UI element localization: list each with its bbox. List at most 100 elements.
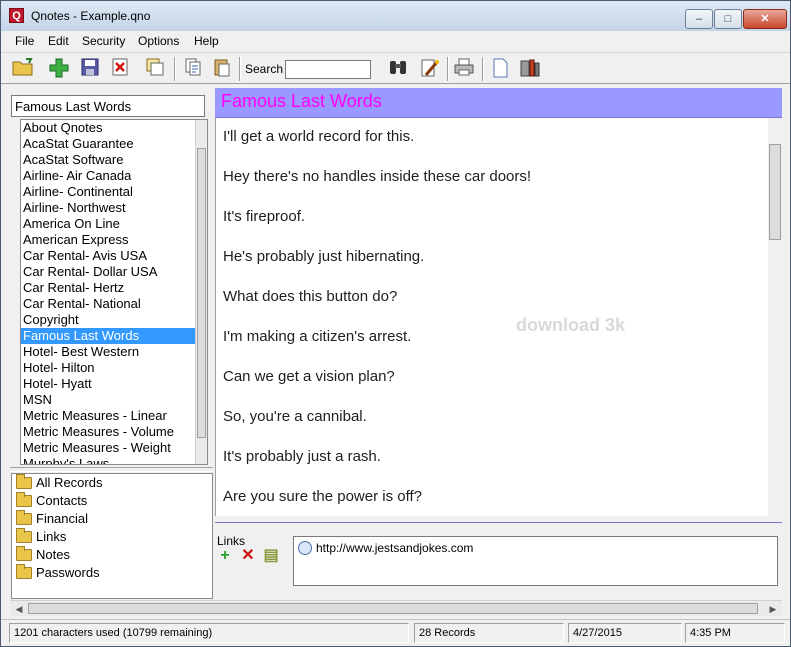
category-item[interactable]: Notes bbox=[12, 546, 212, 564]
category-label: Contacts bbox=[36, 493, 88, 508]
record-item[interactable]: Airline- Air Canada bbox=[21, 168, 195, 184]
record-item[interactable]: Famous Last Words bbox=[21, 328, 195, 344]
record-list-scrollbar[interactable] bbox=[195, 120, 207, 464]
scrollbar-thumb[interactable] bbox=[769, 144, 781, 240]
add-icon[interactable] bbox=[47, 57, 71, 81]
category-label: Notes bbox=[36, 547, 70, 562]
category-item[interactable]: All Records bbox=[12, 474, 212, 492]
category-list[interactable]: All Records Contacts Financial Links Not… bbox=[11, 473, 213, 599]
maximize-button[interactable]: □ bbox=[714, 9, 742, 29]
record-item[interactable]: Metric Measures - Volume bbox=[21, 424, 195, 440]
scrollbar-thumb[interactable] bbox=[28, 603, 758, 614]
search-label: Search bbox=[245, 62, 284, 76]
delete-icon[interactable] bbox=[108, 57, 132, 81]
remove-link-button[interactable]: ✕ bbox=[240, 548, 256, 564]
folder-icon bbox=[16, 492, 32, 507]
note-scrollbar[interactable] bbox=[768, 118, 782, 516]
copy-icon[interactable] bbox=[181, 57, 205, 81]
category-label: Passwords bbox=[36, 565, 100, 580]
record-item[interactable]: America On Line bbox=[21, 216, 195, 232]
note-line: I'm making a citizen's arrest. bbox=[223, 328, 412, 345]
status-chars: 1201 characters used (10799 remaining) bbox=[9, 623, 409, 643]
record-item[interactable]: Murphy's Laws bbox=[21, 456, 195, 464]
binoculars-icon[interactable] bbox=[386, 57, 410, 81]
record-item[interactable]: MSN bbox=[21, 392, 195, 408]
menu-security[interactable]: Security bbox=[82, 34, 125, 48]
category-item[interactable]: Passwords bbox=[12, 564, 212, 582]
close-button[interactable]: ✕ bbox=[743, 9, 787, 29]
paste-icon[interactable] bbox=[210, 57, 234, 81]
note-line: What does this button do? bbox=[223, 288, 398, 305]
scroll-left-arrow[interactable]: ◀ bbox=[12, 602, 26, 616]
record-item[interactable]: Copyright bbox=[21, 312, 195, 328]
scrollbar-thumb[interactable] bbox=[197, 148, 206, 438]
app-window: Q Qnotes - Example.qno – □ ✕ File Edit S… bbox=[0, 0, 791, 647]
category-item[interactable]: Financial bbox=[12, 510, 212, 528]
record-item[interactable]: Metric Measures - Weight bbox=[21, 440, 195, 456]
status-date: 4/27/2015 bbox=[568, 623, 682, 643]
search-input[interactable] bbox=[285, 60, 371, 79]
app-icon[interactable]: Q bbox=[9, 8, 24, 23]
note-line: It's probably just a rash. bbox=[223, 448, 381, 465]
status-bar: 1201 characters used (10799 remaining) 2… bbox=[1, 619, 790, 647]
link-item[interactable]: http://www.jestsandjokes.com bbox=[316, 541, 473, 555]
copy-window-icon[interactable] bbox=[143, 57, 167, 81]
horizontal-scrollbar[interactable]: ◀ ▶ bbox=[10, 600, 782, 616]
watermark: download 3k bbox=[516, 315, 626, 335]
toolbar: Search bbox=[1, 52, 790, 84]
title-bar[interactable]: Q Qnotes - Example.qno – □ ✕ bbox=[1, 1, 790, 31]
record-title-field[interactable] bbox=[11, 95, 205, 117]
note-line: He's probably just hibernating. bbox=[223, 248, 425, 265]
folder-icon bbox=[16, 474, 32, 489]
record-item[interactable]: Hotel- Best Western bbox=[21, 344, 195, 360]
open-folder-icon[interactable] bbox=[11, 57, 35, 81]
scroll-right-arrow[interactable]: ▶ bbox=[766, 602, 780, 616]
note-line: I'll get a world record for this. bbox=[223, 128, 415, 145]
record-item[interactable]: AcaStat Software bbox=[21, 152, 195, 168]
new-document-icon[interactable] bbox=[488, 57, 512, 81]
menu-file[interactable]: File bbox=[15, 34, 34, 48]
toolbar-separator bbox=[482, 57, 484, 81]
links-list[interactable]: http://www.jestsandjokes.com bbox=[293, 536, 778, 586]
record-list[interactable]: About Qnotes AcaStat Guarantee AcaStat Sof… bbox=[20, 119, 208, 465]
category-label: All Records bbox=[36, 475, 103, 490]
menu-bar: File Edit Security Options Help bbox=[1, 31, 790, 51]
record-item[interactable]: Car Rental- Dollar USA bbox=[21, 264, 195, 280]
tools-icon[interactable] bbox=[518, 57, 542, 81]
note-line: Can we get a vision plan? bbox=[223, 368, 395, 385]
record-item[interactable]: American Express bbox=[21, 232, 195, 248]
note-line: It's fireproof. bbox=[223, 208, 306, 225]
record-item[interactable]: Metric Measures - Linear bbox=[21, 408, 195, 424]
status-time: 4:35 PM bbox=[685, 623, 785, 643]
record-item[interactable]: AcaStat Guarantee bbox=[21, 136, 195, 152]
record-item[interactable]: Hotel- Hilton bbox=[21, 360, 195, 376]
record-item[interactable]: Airline- Northwest bbox=[21, 200, 195, 216]
edit-wand-icon[interactable] bbox=[417, 57, 441, 81]
save-icon[interactable] bbox=[78, 57, 102, 81]
record-item[interactable]: Hotel- Hyatt bbox=[21, 376, 195, 392]
note-line: Hey there's no handles inside these car … bbox=[223, 168, 532, 185]
minimize-button[interactable]: – bbox=[685, 9, 713, 29]
record-item[interactable]: About Qnotes bbox=[21, 120, 195, 136]
toolbar-separator bbox=[447, 57, 449, 81]
folder-icon bbox=[16, 510, 32, 525]
menu-help[interactable]: Help bbox=[194, 34, 219, 48]
record-item[interactable]: Car Rental- National bbox=[21, 296, 195, 312]
note-title[interactable]: Famous Last Words bbox=[215, 88, 782, 118]
note-editor[interactable]: I'll get a world record for this. Hey th… bbox=[215, 118, 782, 516]
category-item[interactable]: Links bbox=[12, 528, 212, 546]
record-item[interactable]: Airline- Continental bbox=[21, 184, 195, 200]
pane-splitter[interactable] bbox=[10, 467, 213, 472]
menu-options[interactable]: Options bbox=[138, 34, 179, 48]
toolbar-separator bbox=[239, 57, 241, 81]
category-item[interactable]: Contacts bbox=[12, 492, 212, 510]
printer-icon[interactable] bbox=[452, 57, 476, 81]
folder-icon bbox=[16, 564, 32, 579]
record-item[interactable]: Car Rental- Hertz bbox=[21, 280, 195, 296]
record-item[interactable]: Car Rental- Avis USA bbox=[21, 248, 195, 264]
status-records: 28 Records bbox=[414, 623, 564, 643]
category-label: Links bbox=[36, 529, 67, 544]
menu-edit[interactable]: Edit bbox=[48, 34, 69, 48]
edit-link-button[interactable]: ▤ bbox=[263, 548, 279, 564]
add-link-button[interactable]: + bbox=[217, 548, 233, 564]
